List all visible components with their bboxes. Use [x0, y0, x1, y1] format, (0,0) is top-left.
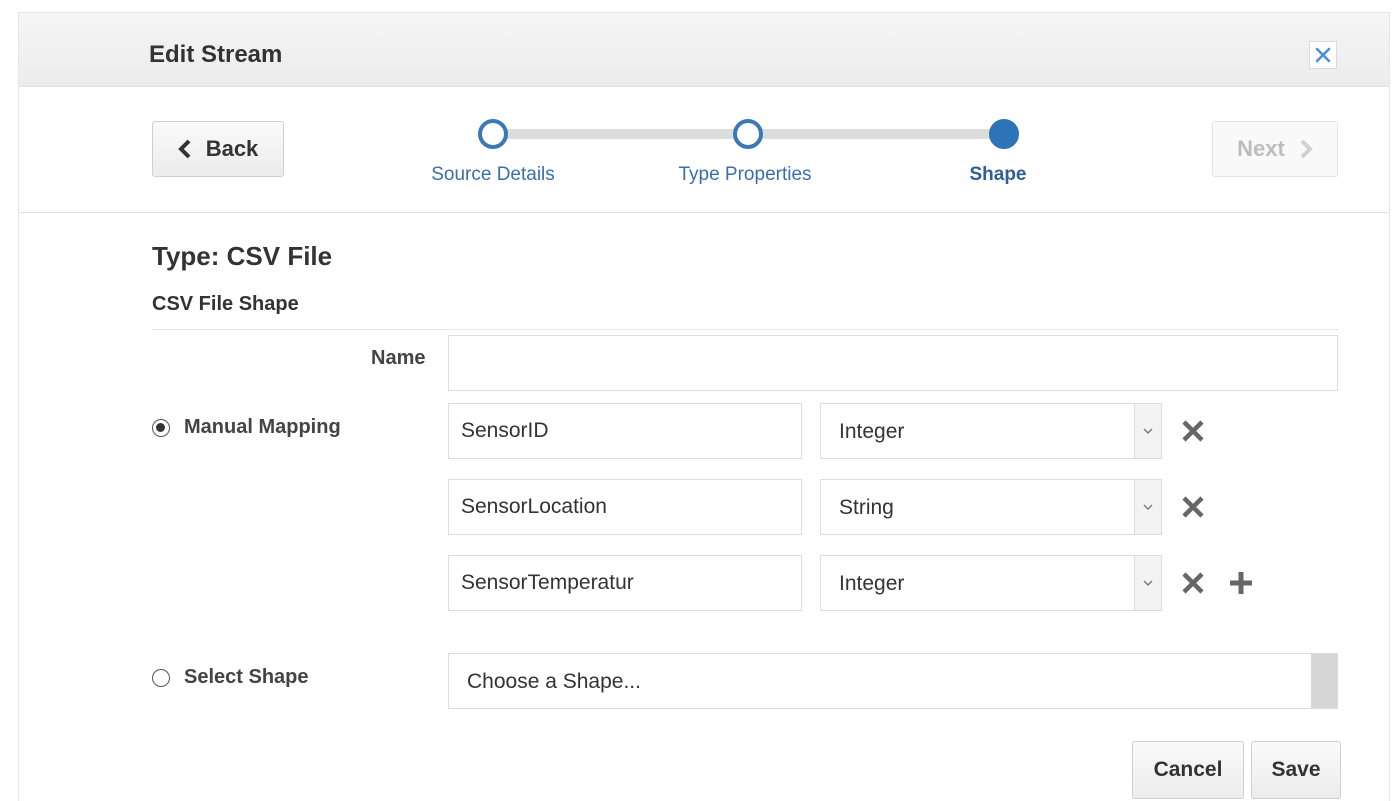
- train-label-shape: Shape: [969, 164, 1027, 185]
- chevron-down-icon: [1134, 556, 1161, 610]
- remove-field-icon-2[interactable]: [1178, 492, 1208, 522]
- next-button[interactable]: Next: [1212, 121, 1338, 177]
- save-button[interactable]: Save: [1251, 741, 1341, 799]
- select-shape-option[interactable]: Select Shape: [152, 666, 309, 689]
- dialog-title: Edit Stream: [149, 41, 283, 68]
- field-name-input-3[interactable]: SensorTemperatur: [448, 555, 802, 611]
- chevron-down-icon: [1134, 480, 1161, 534]
- name-input[interactable]: [448, 335, 1338, 391]
- train-stop-shape: [989, 119, 1019, 149]
- chevron-right-icon: [1300, 139, 1313, 159]
- section-divider: [152, 329, 1338, 330]
- cancel-button[interactable]: Cancel: [1132, 741, 1244, 799]
- train-stop-source-details[interactable]: [478, 119, 508, 149]
- add-field-icon[interactable]: [1226, 568, 1256, 598]
- shape-select-scrollbar[interactable]: [1311, 654, 1337, 708]
- close-button[interactable]: [1309, 41, 1337, 69]
- next-button-label: Next: [1237, 136, 1285, 161]
- name-label: Name: [371, 347, 426, 369]
- edit-stream-dialog: Edit Stream Back Source Details Type Pro…: [18, 12, 1390, 801]
- train-label-source-details[interactable]: Source Details: [431, 164, 555, 186]
- select-shape-label: Select Shape: [184, 666, 309, 688]
- dialog-titlebar: Edit Stream: [19, 13, 1389, 87]
- shape-select[interactable]: Choose a Shape...: [448, 653, 1338, 709]
- back-button-label: Back: [205, 136, 259, 161]
- wizard-header: Back Source Details Type Properties Shap…: [19, 86, 1389, 213]
- manual-mapping-option[interactable]: Manual Mapping: [152, 416, 341, 439]
- train-stop-type-properties[interactable]: [733, 119, 763, 149]
- field-name-input-2[interactable]: SensorLocation: [448, 479, 802, 535]
- field-type-value-2: String: [839, 496, 894, 519]
- field-type-select-2[interactable]: String: [820, 479, 1162, 535]
- type-heading: Type: CSV File: [152, 241, 333, 271]
- field-type-select-3[interactable]: Integer: [820, 555, 1162, 611]
- manual-mapping-label: Manual Mapping: [184, 416, 341, 438]
- remove-field-icon-3[interactable]: [1178, 568, 1208, 598]
- field-name-input-1[interactable]: SensorID: [448, 403, 802, 459]
- close-icon: [1315, 47, 1331, 63]
- field-type-value-1: Integer: [839, 420, 905, 443]
- back-button[interactable]: Back: [152, 121, 284, 177]
- select-shape-radio[interactable]: [152, 668, 170, 687]
- chevron-left-icon: [177, 139, 191, 159]
- shape-select-placeholder: Choose a Shape...: [467, 670, 641, 693]
- chevron-down-icon: [1134, 404, 1161, 458]
- remove-field-icon-1[interactable]: [1178, 416, 1208, 446]
- field-type-select-1[interactable]: Integer: [820, 403, 1162, 459]
- section-heading: CSV File Shape: [152, 293, 299, 315]
- train-label-type-properties[interactable]: Type Properties: [678, 164, 811, 186]
- field-type-value-3: Integer: [839, 572, 905, 595]
- manual-mapping-radio[interactable]: [152, 418, 170, 437]
